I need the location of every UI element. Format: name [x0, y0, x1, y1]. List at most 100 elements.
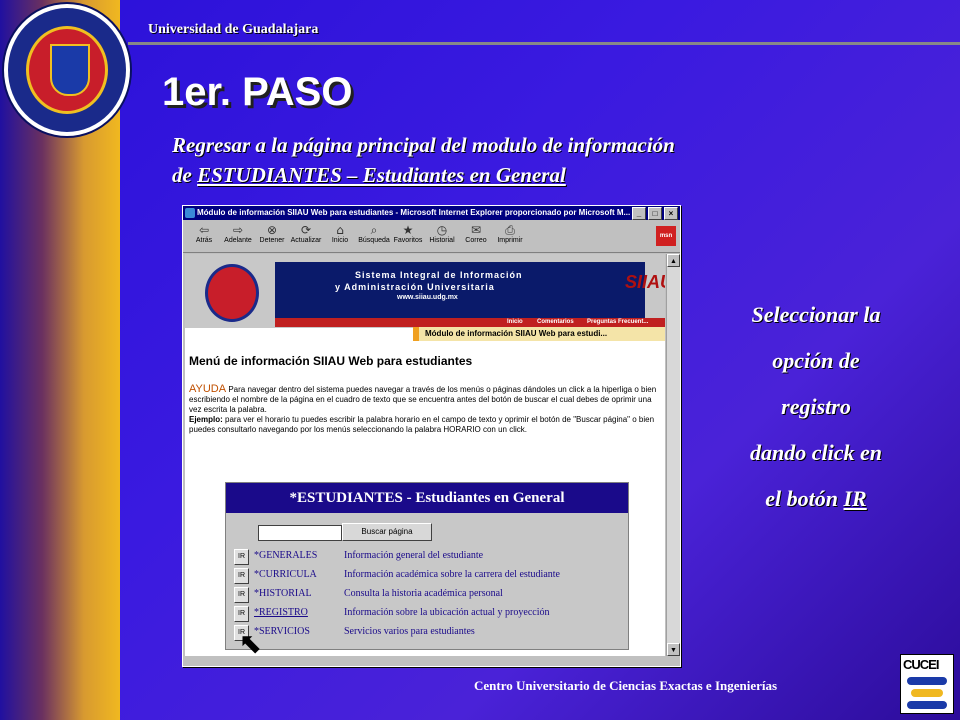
siiau-logo: SIIAU: [625, 272, 665, 292]
option-row: IR *CURRICULA Información académica sobre …: [232, 566, 628, 584]
option-description: Información académica sobre la carrera d…: [344, 569, 560, 580]
ir-button[interactable]: IR: [234, 549, 249, 565]
toolbar-label: Correo: [465, 237, 487, 244]
browser-toolbar: ⇦ Atrás ⇨ Adelante ⊗ Detener ⟳ Actualizar ⌂ Inici…: [183, 220, 680, 253]
toolbar-label: Inicio: [331, 237, 349, 244]
instruction-prefix: de: [172, 163, 198, 187]
toolbar-inicio-button[interactable]: ⌂ Inicio: [323, 220, 357, 244]
side-line5: el botón IR: [716, 476, 916, 522]
ir-button[interactable]: IR: [234, 587, 249, 603]
ir-button[interactable]: IR: [234, 606, 249, 622]
search-button[interactable]: Buscar página: [342, 523, 432, 541]
favorites-icon: ★: [402, 223, 414, 237]
step-title: 1er. PASO: [162, 70, 353, 114]
option-description: Información general del estudiante: [344, 550, 484, 561]
option-code-link[interactable]: *HISTORIAL: [254, 588, 312, 599]
banner-line1: Sistema Integral de Información: [355, 270, 523, 280]
horizontal-scrollbar[interactable]: [185, 656, 679, 666]
instruction-link: ESTUDIANTES – Estudiantes en General: [197, 163, 566, 187]
back-arrow-icon: ⇦: [198, 223, 210, 237]
option-row: IR *REGISTRO Información sobre la ubicació…: [232, 604, 628, 622]
banner-seal-icon: [205, 264, 259, 322]
menu-title: Menú de información SIIAU Web para estud…: [189, 354, 473, 368]
toolbar-historial-button[interactable]: ◷ Historial: [425, 220, 459, 244]
banner-line2: y Administración Universitaria: [335, 282, 495, 292]
footer-text: Centro Universitario de Ciencias Exactas…: [474, 678, 778, 693]
module-bar: Módulo de información SIIAU Web para est…: [413, 327, 665, 341]
vertical-scrollbar[interactable]: ▲ ▼: [666, 254, 680, 656]
ie-icon: [185, 208, 195, 218]
toolbar-label: Favoritos: [393, 237, 423, 244]
toolbar-imprimir-button[interactable]: ⎙ Imprimir: [493, 220, 527, 244]
toolbar-label: Imprimir: [497, 237, 523, 244]
toolbar-detener-button[interactable]: ⊗ Detener: [255, 220, 289, 244]
panel-title: *ESTUDIANTES - Estudiantes en General: [226, 483, 628, 513]
nav-link-preguntas[interactable]: Preguntas Frecuent...: [587, 318, 648, 327]
side-line2: opción de: [772, 348, 860, 373]
toolbar-atras-button[interactable]: ⇦ Atrás: [187, 220, 221, 244]
nav-link-inicio[interactable]: Inicio: [507, 318, 523, 327]
instruction-line2: de ESTUDIANTES – Estudiantes en General: [172, 160, 675, 190]
toolbar-actualizar-button[interactable]: ⟳ Actualizar: [289, 220, 323, 244]
history-icon: ◷: [436, 223, 448, 237]
toolbar-favoritos-button[interactable]: ★ Favoritos: [391, 220, 425, 244]
side-line1: Seleccionar la: [751, 302, 881, 327]
toolbar-busqueda-button[interactable]: ⌕ Búsqueda: [357, 220, 391, 244]
toolbar-label: Detener: [259, 237, 285, 244]
option-description: Consulta la historia académica personal: [344, 588, 503, 599]
siiau-banner: Sistema Integral de Información y Admini…: [185, 254, 665, 328]
ayuda-label: AYUDA: [189, 383, 227, 395]
nav-bar: Inicio Comentarios Preguntas Frecuent...: [275, 318, 665, 327]
msn-logo-icon: msn: [656, 226, 676, 246]
banner-url: www.siiau.udg.mx: [397, 294, 458, 301]
logo-stripe-1: [907, 677, 947, 685]
option-row: IR *SERVICIOS Servicios varios para estudi…: [232, 623, 628, 641]
option-description: Información sobre la ubicación actual y …: [344, 607, 550, 618]
side-line3: registro: [781, 394, 851, 419]
close-button[interactable]: ×: [664, 207, 678, 220]
toolbar-label: Adelante: [224, 237, 252, 244]
search-input[interactable]: [258, 525, 342, 541]
toolbar-adelante-button[interactable]: ⇨ Adelante: [221, 220, 255, 244]
help-text: AYUDA Para navegar dentro del sistema pu…: [189, 384, 659, 435]
toolbar-label: Historial: [429, 237, 455, 244]
toolbar-correo-button[interactable]: ✉ Correo: [459, 220, 493, 244]
home-icon: ⌂: [336, 223, 344, 237]
browser-titlebar: Módulo de información SIIAU Web para est…: [183, 206, 680, 220]
option-code-link[interactable]: *REGISTRO: [254, 607, 308, 618]
ir-button[interactable]: IR: [234, 568, 249, 584]
ejemplo-label: Ejemplo:: [189, 415, 223, 424]
scroll-down-button[interactable]: ▼: [667, 643, 680, 656]
cucei-logo-text: CUCEI: [903, 657, 939, 672]
instruction-text: Regresar a la página principal del modul…: [172, 130, 675, 190]
toolbar-label: Actualizar: [290, 237, 322, 244]
scroll-up-button[interactable]: ▲: [667, 254, 680, 267]
header-divider: [128, 42, 960, 45]
option-row: IR *HISTORIAL Consulta la historia académi…: [232, 585, 628, 603]
option-description: Servicios varios para estudiantes: [344, 626, 475, 637]
side-ir-link: IR: [843, 486, 867, 511]
estudiantes-panel: *ESTUDIANTES - Estudiantes en General Bu…: [225, 482, 629, 650]
minimize-button[interactable]: _: [632, 207, 646, 220]
maximize-button[interactable]: □: [648, 207, 662, 220]
ayuda-text: Para navegar dentro del sistema puedes n…: [189, 385, 657, 414]
option-code-link[interactable]: *CURRICULA: [254, 569, 317, 580]
toolbar-label: Búsqueda: [358, 237, 390, 244]
nav-link-comentarios[interactable]: Comentarios: [537, 318, 574, 327]
university-seal-logo: [4, 4, 130, 136]
page-content: Sistema Integral de Información y Admini…: [185, 254, 665, 656]
window-controls: _ □ ×: [632, 207, 678, 220]
search-icon: ⌕: [370, 223, 378, 237]
option-code-link[interactable]: *SERVICIOS: [254, 626, 310, 637]
print-icon: ⎙: [505, 223, 515, 237]
option-code-link[interactable]: *GENERALES: [254, 550, 317, 561]
ejemplo-text: para ver el horario tu puedes escribir l…: [189, 415, 655, 434]
refresh-icon: ⟳: [300, 223, 312, 237]
window-title: Módulo de información SIIAU Web para est…: [197, 208, 631, 217]
cucei-logo: CUCEI: [900, 654, 954, 714]
side-line5-prefix: el botón: [765, 486, 844, 511]
logo-stripe-2: [911, 689, 943, 697]
logo-stripe-3: [907, 701, 947, 709]
mail-icon: ✉: [470, 223, 482, 237]
toolbar-label: Atrás: [195, 237, 213, 244]
